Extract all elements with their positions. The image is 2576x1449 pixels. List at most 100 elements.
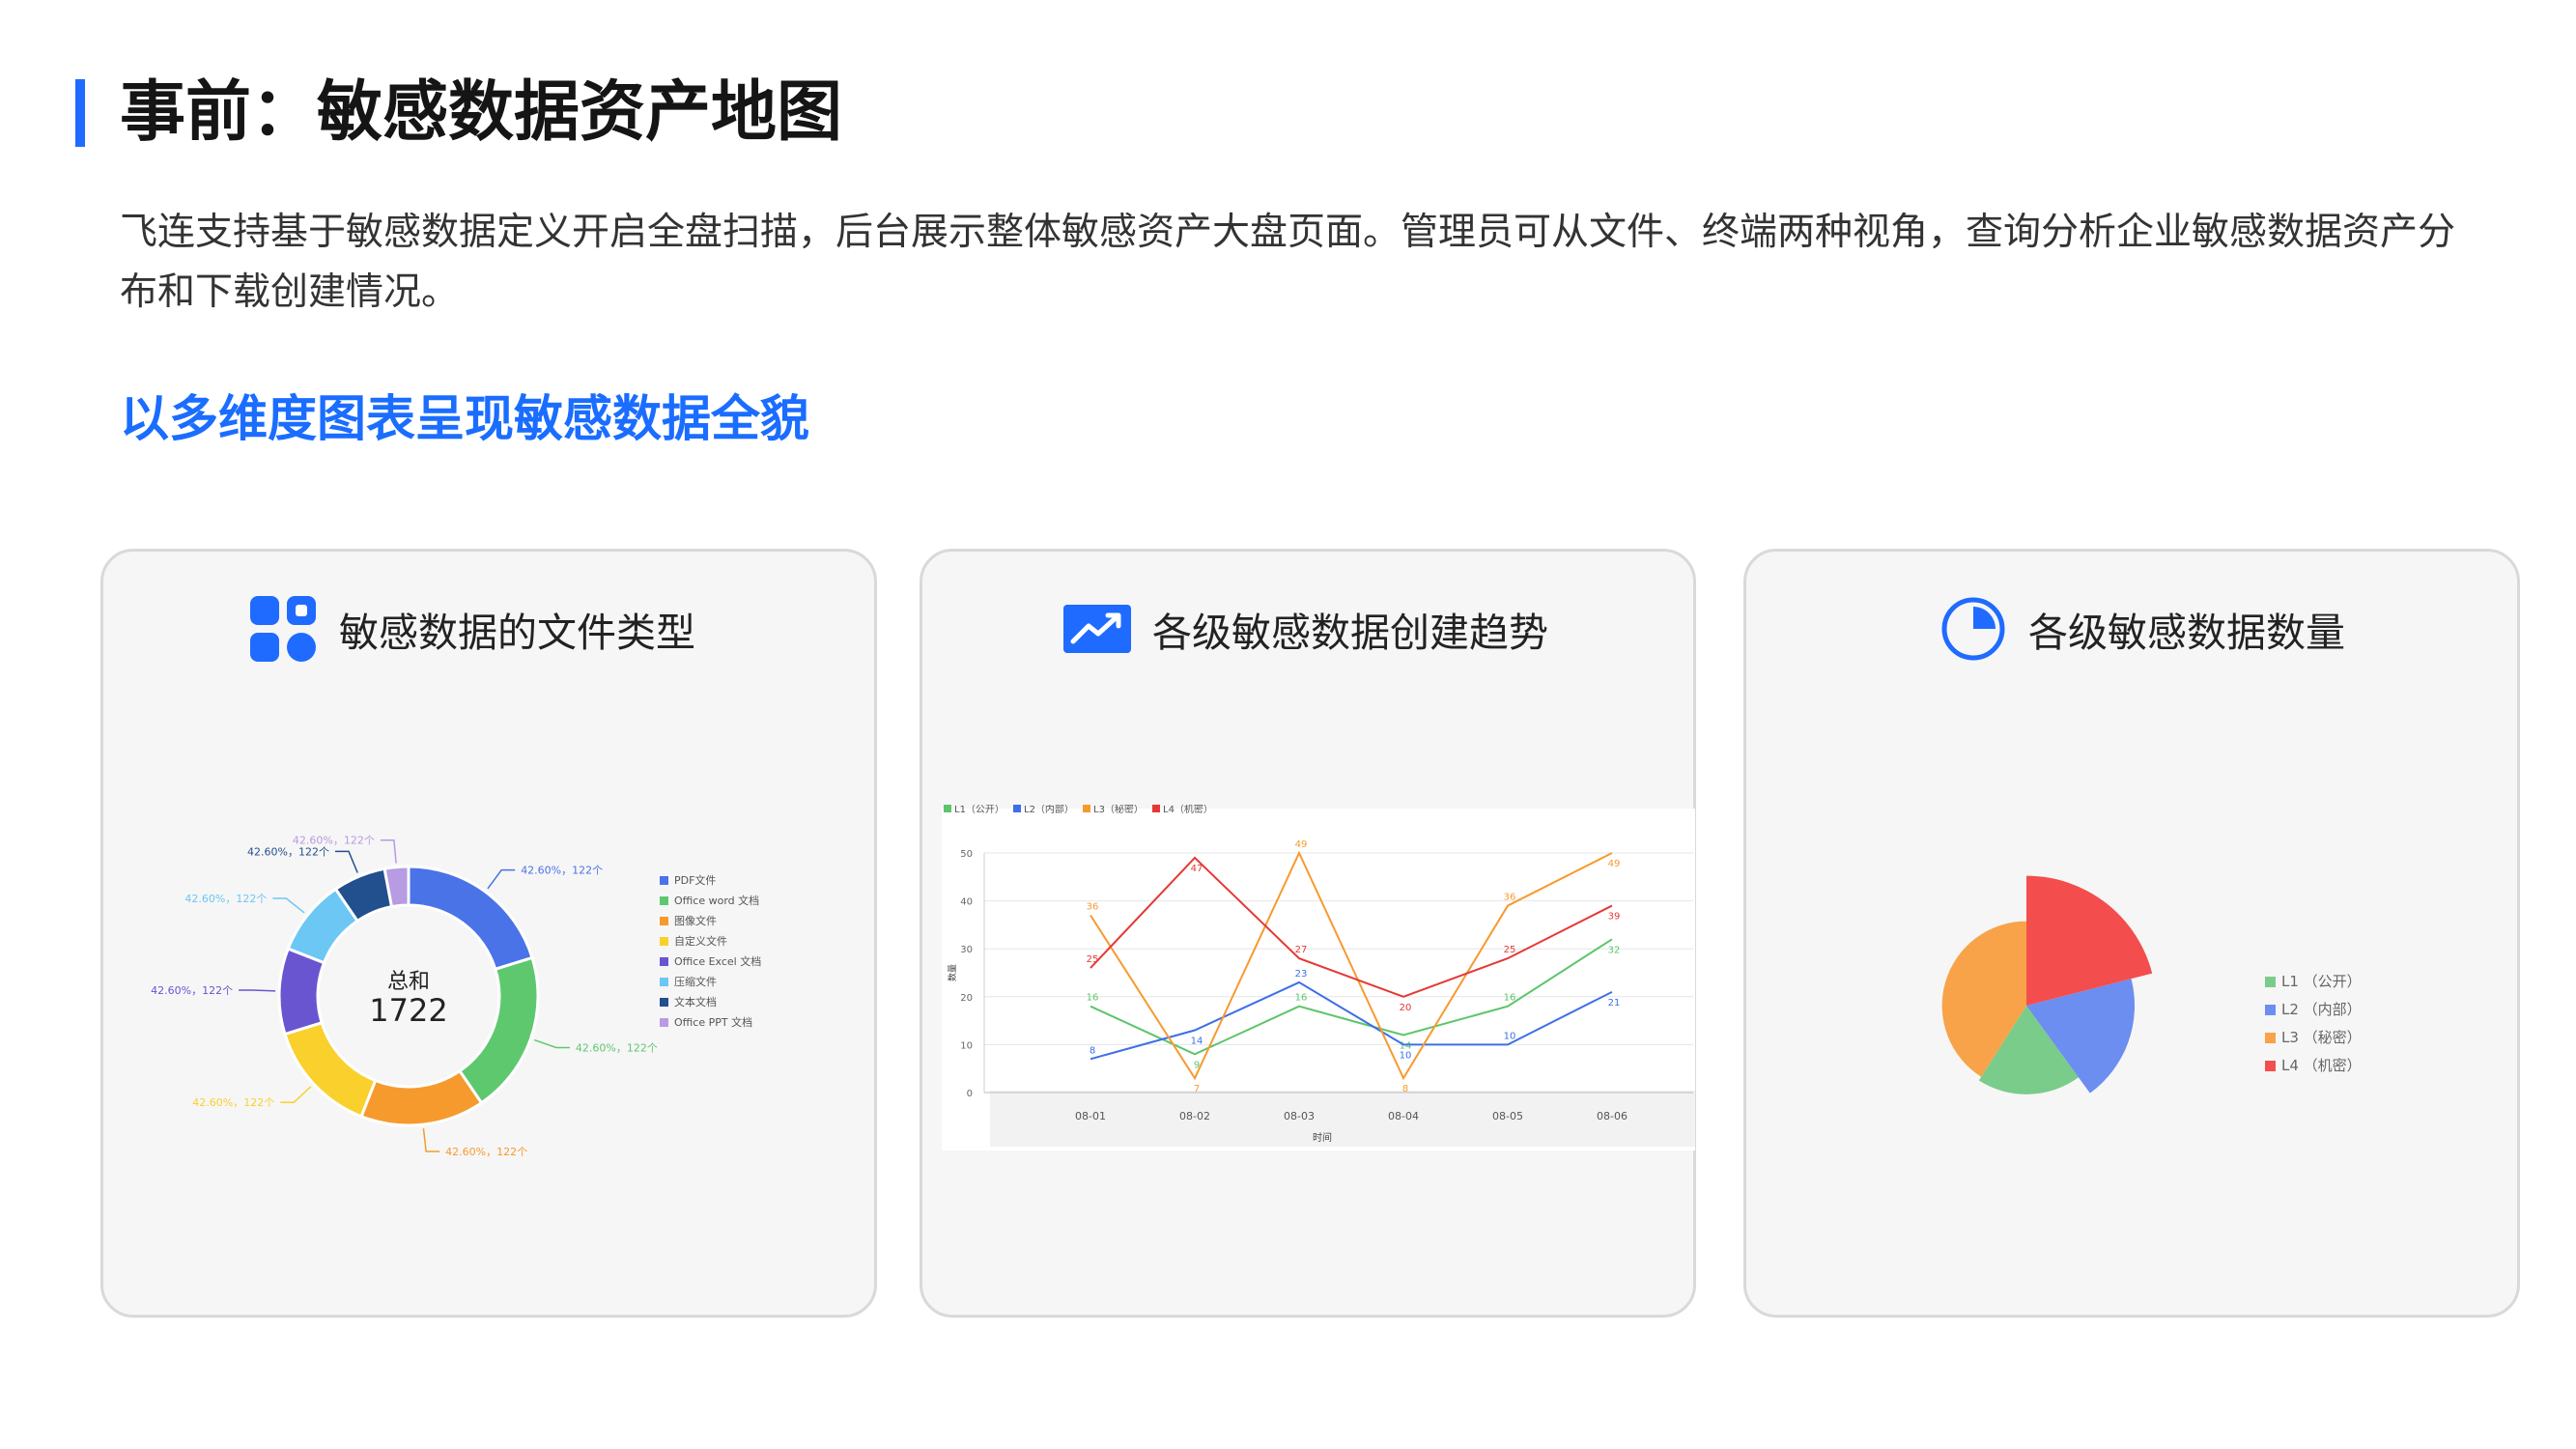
line-data-label: 10 bbox=[1400, 1050, 1412, 1061]
line-data-label: 25 bbox=[1504, 945, 1516, 955]
donut-slice-label: 42.60%，122个 bbox=[151, 984, 233, 997]
pie-quarter-icon bbox=[1941, 597, 2005, 661]
line-data-label: 36 bbox=[1087, 901, 1099, 912]
level-count-card-header: 各级敏感数据数量 bbox=[1939, 590, 2345, 668]
donut-slice bbox=[457, 955, 540, 1105]
donut-legend-swatch bbox=[660, 1018, 668, 1027]
rose-legend-swatch bbox=[2265, 1061, 2276, 1071]
rose-legend-swatch bbox=[2265, 1033, 2276, 1043]
trend-card: 各级敏感数据创建趋势 L1（公开） L2（内部） L3（秘密） L4（机密） 0 10 20… bbox=[920, 549, 1696, 1318]
line-legend-swatch bbox=[1083, 805, 1090, 812]
line-data-label: 16 bbox=[1087, 993, 1099, 1004]
line-data-label: 39 bbox=[1608, 912, 1621, 923]
line-data-label: 23 bbox=[1295, 969, 1308, 980]
rose-legend-swatch bbox=[2265, 977, 2276, 987]
donut-legend-label: Office word 文档 bbox=[674, 894, 759, 907]
donut-legend-swatch bbox=[660, 896, 668, 905]
donut-slice-label: 42.60%，122个 bbox=[293, 835, 375, 847]
file-type-card-title: 敏感数据的文件类型 bbox=[339, 610, 695, 656]
line-data-label: 21 bbox=[1608, 998, 1621, 1009]
donut-slice bbox=[283, 1020, 378, 1119]
line-data-label: 20 bbox=[1400, 1003, 1412, 1013]
line-data-label: 8 bbox=[1090, 1045, 1095, 1056]
line-ytick-label: 50 bbox=[960, 849, 973, 860]
donut-legend-label: 自定义文件 bbox=[674, 934, 727, 948]
line-data-label: 16 bbox=[1295, 993, 1308, 1004]
donut-legend-label: 压缩文件 bbox=[674, 975, 717, 988]
line-xtick-label: 08-03 bbox=[1284, 1110, 1315, 1122]
donut-center-label: 总和 bbox=[387, 970, 430, 994]
file-type-card: 敏感数据的文件类型 42.60%，122个 42.60%，122个 42.60%，1… bbox=[100, 549, 877, 1318]
donut-leader-line bbox=[422, 1128, 440, 1152]
line-data-label: 14 bbox=[1191, 1037, 1203, 1047]
donut-slice-label: 42.60%，122个 bbox=[247, 845, 329, 858]
line-xtick-label: 08-04 bbox=[1388, 1110, 1419, 1122]
donut-leader-line bbox=[280, 1086, 312, 1103]
line-data-label: 36 bbox=[1504, 893, 1516, 903]
line-legend-swatch bbox=[1013, 805, 1021, 812]
app-grid-icon bbox=[250, 596, 316, 662]
line-ytick-label: 0 bbox=[967, 1089, 973, 1099]
line-data-label: 25 bbox=[1087, 954, 1099, 965]
title-accent-bar bbox=[75, 79, 85, 147]
rose-legend-label: L2 （内部） bbox=[2281, 1001, 2362, 1018]
donut-slice-label: 42.60%，122个 bbox=[445, 1146, 527, 1158]
line-data-label: 32 bbox=[1608, 945, 1621, 955]
line-xtick-label: 08-06 bbox=[1597, 1110, 1628, 1122]
donut-leader-line bbox=[380, 838, 397, 864]
line-legend-swatch bbox=[1152, 805, 1160, 812]
donut-slice-label: 42.60%，122个 bbox=[576, 1042, 658, 1055]
donut-slice-label: 42.60%，122个 bbox=[184, 893, 267, 905]
line-ytick-label: 20 bbox=[960, 993, 973, 1004]
line-data-label: 16 bbox=[1504, 993, 1516, 1004]
line-data-label: 7 bbox=[1194, 1084, 1200, 1094]
section-subtitle: 以多维度图表呈现敏感数据全貌 bbox=[120, 391, 810, 448]
line-legend-label: L1（公开） bbox=[954, 805, 1005, 815]
line-data-label: 27 bbox=[1295, 945, 1308, 955]
donut-slice bbox=[407, 865, 534, 972]
donut-center-value: 1722 bbox=[369, 992, 447, 1029]
page-title: 事前：敏感数据资产地图 bbox=[120, 74, 843, 151]
line-xtick-label: 08-05 bbox=[1492, 1110, 1523, 1122]
trend-line-chart: L1（公开） L2（内部） L3（秘密） L4（机密） 0 10 20 30 40 50 数量 08-… bbox=[942, 805, 1695, 1151]
line-xtick-label: 08-02 bbox=[1179, 1110, 1210, 1122]
line-x-axis-label: 时间 bbox=[1313, 1131, 1332, 1144]
rose-legend-label: L3 （秘密） bbox=[2281, 1029, 2362, 1046]
donut-leader-line bbox=[272, 897, 305, 914]
line-data-label: 47 bbox=[1191, 864, 1203, 874]
trend-card-title: 各级敏感数据创建趋势 bbox=[1152, 610, 1548, 656]
line-data-label: 10 bbox=[1504, 1031, 1516, 1041]
rose-legend-label: L1 （公开） bbox=[2281, 973, 2362, 990]
donut-legend-swatch bbox=[660, 937, 668, 946]
line-legend-label: L2（内部） bbox=[1024, 805, 1074, 815]
line-data-label: 49 bbox=[1295, 839, 1308, 850]
intro-paragraph: 飞连支持基于敏感数据定义开启全盘扫描，后台展示整体敏感资产大盘页面。管理员可从文… bbox=[120, 211, 2456, 314]
trend-card-header: 各级敏感数据创建趋势 bbox=[1063, 590, 1548, 668]
line-legend-swatch bbox=[944, 805, 951, 812]
line-xtick-label: 08-01 bbox=[1075, 1110, 1106, 1122]
donut-legend-swatch bbox=[660, 957, 668, 966]
line-ytick-label: 40 bbox=[960, 897, 973, 908]
line-ytick-label: 10 bbox=[960, 1040, 973, 1051]
line-ytick-label: 30 bbox=[960, 945, 973, 955]
donut-leader-line bbox=[534, 1038, 570, 1049]
rose-legend-swatch bbox=[2265, 1005, 2276, 1015]
donut-slice-label: 42.60%，122个 bbox=[192, 1096, 274, 1109]
donut-legend-swatch bbox=[660, 917, 668, 925]
line-legend-label: L4（机密） bbox=[1163, 805, 1213, 815]
file-type-donut-chart: 42.60%，122个42.60%，122个42.60%，122个42.60%，… bbox=[151, 835, 761, 1158]
donut-legend-label: Office Excel 文档 bbox=[674, 954, 761, 968]
level-count-rose-chart: L1 （公开） L2 （内部） L3 （秘密） L4 （机密） bbox=[1941, 875, 2362, 1094]
line-legend-label: L3（秘密） bbox=[1093, 805, 1144, 815]
level-count-card: 各级敏感数据数量 L1 （公开） L2 （内部） L3 （秘密） L4 （机密） bbox=[1743, 549, 2520, 1318]
donut-slice-label: 42.60%，122个 bbox=[521, 865, 603, 877]
rose-legend-label: L4 （机密） bbox=[2281, 1057, 2362, 1074]
line-data-label: 49 bbox=[1608, 859, 1621, 869]
donut-legend-label: 文本文档 bbox=[674, 995, 717, 1009]
level-count-card-title: 各级敏感数据数量 bbox=[2028, 610, 2345, 656]
donut-legend-label: PDF文件 bbox=[674, 873, 716, 887]
donut-legend-swatch bbox=[660, 978, 668, 986]
line-y-axis-label: 数量 bbox=[947, 964, 958, 981]
donut-legend-label: Office PPT 文档 bbox=[674, 1015, 752, 1029]
rose-slice bbox=[2026, 875, 2153, 1006]
